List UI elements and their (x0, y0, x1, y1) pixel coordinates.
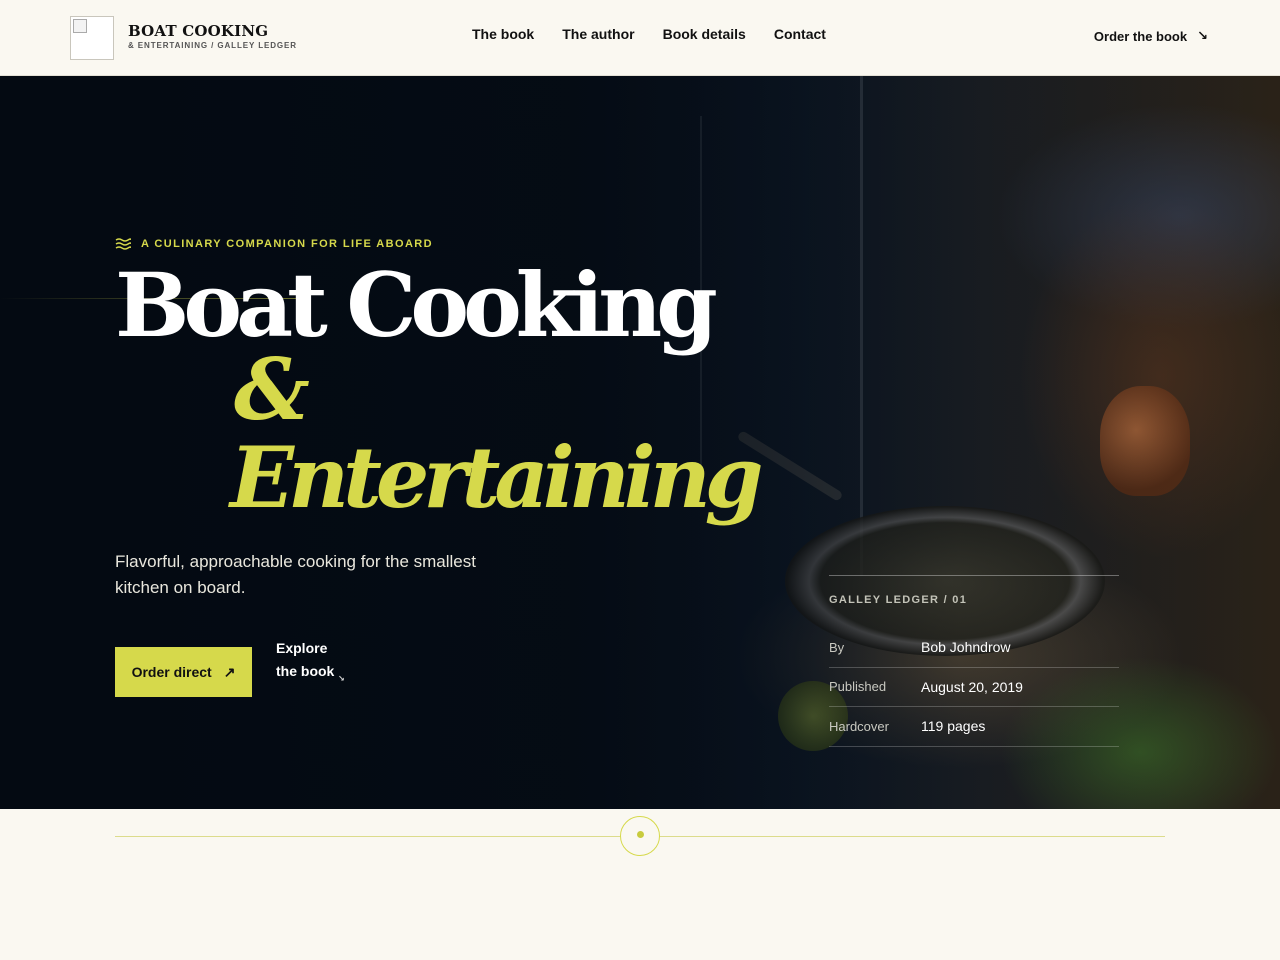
logo-image[interactable] (70, 16, 114, 60)
nav-link-the-book[interactable]: The book (472, 26, 534, 42)
details-label: GALLEY LEDGER / 01 (829, 594, 968, 606)
details-key: Hardcover (829, 718, 889, 734)
hero-title-line-3: Entertaining (230, 428, 764, 527)
details-value: Bob Johndrow (921, 639, 1011, 656)
details-row: Published August 20, 2019 (829, 668, 1119, 707)
nav-link-book-details[interactable]: Book details (663, 26, 746, 42)
hero-section: A CULINARY COMPANION FOR LIFE ABOARD Boa… (0, 76, 1280, 809)
order-direct-button[interactable]: Order direct ↗ (115, 647, 252, 697)
details-value: August 20, 2019 (921, 678, 1023, 695)
brand-subtitle: & ENTERTAINING / GALLEY LEDGER (128, 41, 297, 50)
hero-eyebrow: A CULINARY COMPANION FOR LIFE ABOARD (115, 238, 433, 250)
hero-lede: Flavorful, approachable cooking for the … (115, 552, 476, 597)
explore-label: Explore the book (276, 640, 335, 679)
arrow-up-right-icon: ↗ (223, 663, 236, 680)
order-direct-label: Order direct (131, 664, 212, 680)
site-header: BOAT COOKING & ENTERTAINING / GALLEY LED… (0, 0, 1280, 76)
details-key: By (829, 639, 845, 655)
order-the-book-label: Order the book (1093, 28, 1188, 44)
broken-image-icon (73, 19, 87, 33)
nav-link-contact[interactable]: Contact (774, 26, 826, 42)
book-details-panel: GALLEY LEDGER / 01 By Bob Johndrow Publi… (829, 575, 1119, 747)
details-row: By Bob Johndrow (829, 628, 1119, 668)
details-row: Hardcover 119 pages (829, 707, 1119, 747)
hero-eyebrow-text: A CULINARY COMPANION FOR LIFE ABOARD (141, 238, 433, 250)
waves-icon (115, 238, 131, 250)
scroll-indicator-dot (637, 831, 644, 838)
nav-link-the-author[interactable]: The author (562, 26, 634, 42)
main-nav: The book The author Book details Contact (472, 26, 826, 42)
hero-title-ampersand: & (234, 340, 310, 439)
details-value: 119 pages (921, 718, 986, 735)
hero-title-line-1: Boat Cooking (115, 253, 718, 357)
arrow-down-right-icon: ↘ (1197, 28, 1208, 43)
explore-the-book-link[interactable]: Explore the book ↘ (276, 637, 346, 683)
arrow-down-right-icon: ↘ (338, 674, 345, 683)
details-key: Published (829, 679, 887, 695)
order-the-book-link[interactable]: Order the book ↘ (1094, 28, 1208, 44)
brand-title[interactable]: BOAT COOKING (128, 22, 268, 40)
